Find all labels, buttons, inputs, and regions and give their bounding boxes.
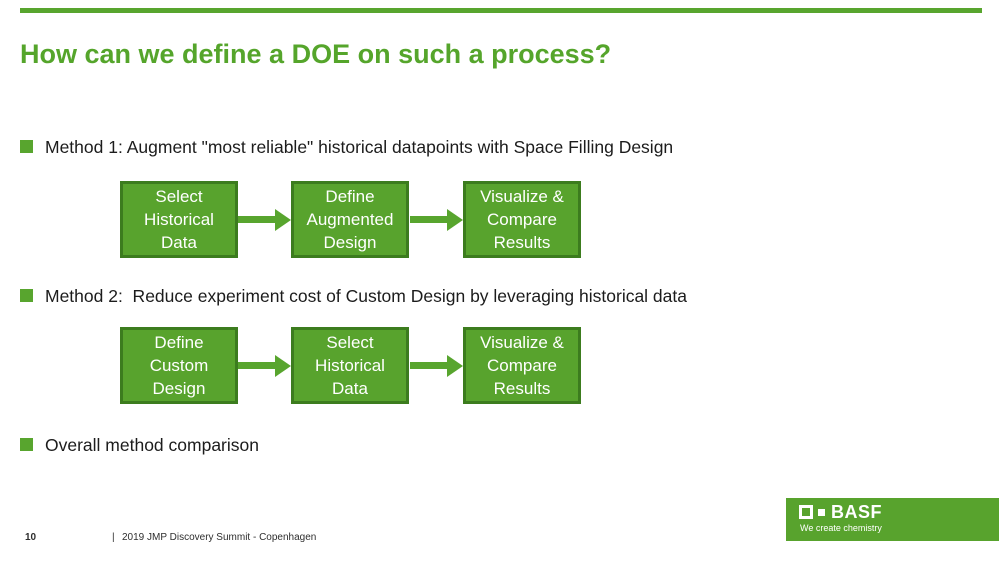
flow-step-line: Results <box>493 233 551 252</box>
flow-step-line: Compare <box>487 210 557 229</box>
footer-page-number: 10 <box>25 532 37 543</box>
flow-step-line: Historical <box>144 210 214 229</box>
flow-step-select-historical-data-2: Select Historical Data <box>291 327 409 404</box>
flow-step-line: Data <box>161 233 197 252</box>
top-accent-bar <box>20 8 982 13</box>
flow-step-define-custom-design: Define Custom Design <box>120 327 238 404</box>
flow-arrow-icon <box>238 208 291 231</box>
basf-logo-text: BASF <box>831 502 882 522</box>
bullet-item-method-1: Method 1: Augment "most reliable" histor… <box>20 136 673 158</box>
flow-step-visualize-compare-results-2: Visualize & Compare Results <box>463 327 581 404</box>
bullet-square-icon <box>20 438 33 451</box>
bullet-label-overall-comparison: Overall method comparison <box>45 435 259 455</box>
arrow-shaft <box>410 362 447 369</box>
bullet-square-icon <box>20 140 33 153</box>
flow-step-line: Historical <box>315 356 385 375</box>
arrow-shaft <box>238 216 275 223</box>
flow-step-line: Results <box>493 379 551 398</box>
bullet-square-icon <box>20 289 33 302</box>
slide-title: How can we define a DOE on such a proces… <box>20 39 612 69</box>
flow-arrow-icon <box>410 354 463 377</box>
flow-step-line: Augmented <box>306 210 394 229</box>
flowchart-method-2: Define Custom Design Select Historical D… <box>0 327 999 404</box>
arrow-head <box>447 354 463 377</box>
bullet-item-method-2: Method 2: Reduce experiment cost of Cust… <box>20 285 687 307</box>
flow-step-line: Design <box>152 379 206 398</box>
flow-step-line: Define <box>325 187 375 206</box>
flow-arrow-icon <box>238 354 291 377</box>
flow-step-line: Custom <box>149 356 209 375</box>
flowchart-method-1: Select Historical Data Define Augmented … <box>0 181 999 258</box>
basf-tagline: We create chemistry <box>800 523 882 533</box>
flow-step-line: Data <box>332 379 368 398</box>
flow-step-line: Visualize & <box>480 187 564 206</box>
flow-step-line: Select <box>155 187 203 206</box>
arrow-shaft <box>238 362 275 369</box>
footer-separator: | <box>112 532 115 543</box>
flow-step-line: Select <box>326 333 374 352</box>
bullet-label-method-2: Method 2: Reduce experiment cost of Cust… <box>45 286 687 306</box>
bullet-item-overall-comparison: Overall method comparison <box>20 434 259 456</box>
basf-logo-icon: BASF <box>799 502 882 522</box>
flow-step-line: Design <box>323 233 377 252</box>
flow-step-line: Compare <box>487 356 557 375</box>
flow-step-line: Define <box>154 333 204 352</box>
flow-step-select-historical-data: Select Historical Data <box>120 181 238 258</box>
arrow-shaft <box>410 216 447 223</box>
bullet-label-method-1: Method 1: Augment "most reliable" histor… <box>45 137 674 157</box>
basf-logo-box: BASF We create chemistry <box>786 498 999 541</box>
flow-arrow-icon <box>410 208 463 231</box>
arrow-head <box>275 354 291 377</box>
flow-step-line: Visualize & <box>480 333 564 352</box>
basf-logo-dot-square-icon <box>818 508 825 516</box>
arrow-head <box>447 208 463 231</box>
basf-logo-outline-square-icon <box>799 505 813 519</box>
footer-event-title: 2019 JMP Discovery Summit - Copenhagen <box>122 532 317 543</box>
arrow-head <box>275 208 291 231</box>
flow-step-visualize-compare-results: Visualize & Compare Results <box>463 181 581 258</box>
flow-step-define-augmented-design: Define Augmented Design <box>291 181 409 258</box>
